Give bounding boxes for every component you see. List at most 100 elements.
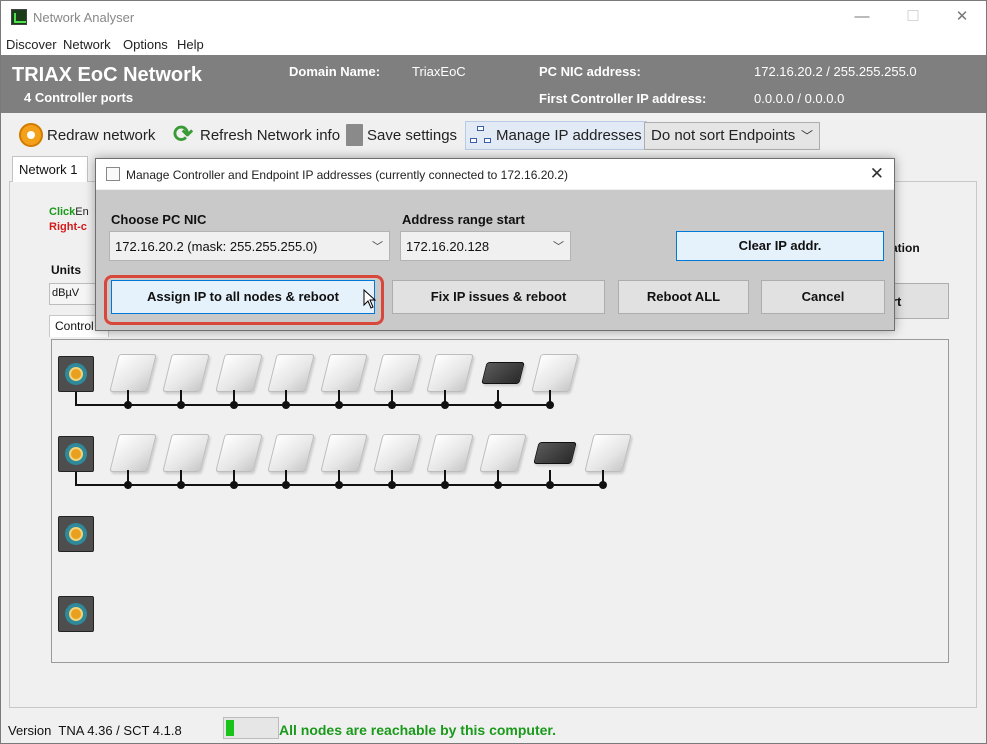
junction-dot: [229, 401, 238, 409]
click-hint: ClickEn: [49, 206, 89, 218]
junction-dot: [546, 401, 555, 409]
manage-ip-addresses-label: Manage IP addresses: [496, 127, 642, 144]
menu-bar: Discover Network Options Help: [1, 33, 986, 55]
chevron-down-icon: ﹀: [553, 241, 564, 253]
save-settings-button[interactable]: Save settings: [346, 120, 457, 150]
refresh-icon: ⟳: [172, 121, 194, 148]
endpoint-node[interactable]: [478, 434, 527, 472]
junction-dot: [388, 481, 396, 489]
controller-node[interactable]: [58, 596, 94, 632]
endpoint-node[interactable]: [426, 434, 474, 472]
menu-help[interactable]: Help: [177, 37, 204, 52]
junction-dot: [176, 481, 185, 489]
junction-dot: [229, 481, 238, 489]
junction-dot: [440, 401, 449, 409]
endpoint-node[interactable]: [320, 354, 368, 392]
address-range-start-dropdown[interactable]: 172.16.20.128 ﹀: [400, 231, 571, 261]
title-bar: Network Analyser — ☐ ✕: [1, 1, 986, 33]
endpoint-node[interactable]: [109, 354, 157, 392]
chevron-down-icon: ﹀: [372, 241, 383, 253]
highlight-annotation: [104, 275, 384, 325]
first-controller-ip-value: 0.0.0.0 / 0.0.0.0: [754, 91, 845, 106]
dialog-close-icon[interactable]: ✕: [870, 164, 884, 184]
endpoint-node[interactable]: [109, 434, 157, 472]
controller-node[interactable]: [58, 436, 94, 472]
controller-node[interactable]: [58, 356, 94, 392]
minimize-button[interactable]: —: [839, 5, 885, 29]
endpoint-node[interactable]: [373, 354, 421, 392]
right-click-hint: Right-c: [49, 221, 87, 233]
gear-icon: [19, 123, 43, 147]
maximize-button[interactable]: ☐: [890, 5, 936, 29]
redraw-network-label: Redraw network: [47, 126, 156, 144]
junction-dot: [335, 401, 344, 409]
choose-pc-nic-label: Choose PC NIC: [111, 212, 207, 227]
address-range-start-label: Address range start: [402, 212, 525, 227]
menu-network[interactable]: Network: [63, 37, 111, 52]
junction-dot: [388, 401, 396, 409]
version-label: Version TNA 4.36 / SCT 4.1.8: [8, 723, 182, 738]
refresh-network-info-button[interactable]: ⟳ Refresh Network info: [170, 120, 340, 150]
junction-dot: [440, 481, 449, 489]
dialog-title: Manage Controller and Endpoint IP addres…: [126, 168, 569, 182]
endpoint-node[interactable]: [320, 434, 368, 472]
clear-ip-addr-button[interactable]: Clear IP addr.: [676, 231, 884, 261]
endpoint-node[interactable]: [214, 434, 263, 472]
close-button[interactable]: ✕: [939, 5, 985, 29]
redraw-network-button[interactable]: Redraw network: [19, 120, 155, 150]
sort-endpoints-value: Do not sort Endpoints: [651, 127, 796, 144]
java-icon: [106, 167, 120, 181]
junction-dot: [124, 401, 132, 409]
window-title: Network Analyser: [33, 10, 135, 25]
mouse-cursor-icon: [363, 289, 377, 309]
tab-network-1[interactable]: Network 1: [12, 156, 88, 182]
status-message: All nodes are reachable by this computer…: [279, 722, 556, 738]
junction-dot: [282, 401, 291, 409]
endpoint-node[interactable]: [584, 434, 632, 472]
sort-endpoints-dropdown[interactable]: Do not sort Endpoints ﹀: [644, 122, 820, 150]
obscured-label: ation: [891, 241, 920, 255]
junction-dot: [599, 481, 608, 489]
chevron-down-icon: ﹀: [800, 129, 813, 143]
reachability-progress-bar: [223, 717, 279, 739]
controller-ports-label: 4 Controller ports: [24, 90, 134, 105]
endpoint-node[interactable]: [533, 442, 578, 464]
menu-options[interactable]: Options: [123, 37, 168, 52]
pc-nic-dropdown-value: 172.16.20.2 (mask: 255.255.255.0): [115, 239, 318, 254]
network-topology-canvas: [51, 339, 949, 663]
progress-fill: [226, 720, 234, 736]
network-bus-line: [75, 404, 553, 406]
pc-nic-label: PC NIC address:: [539, 64, 641, 79]
pc-nic-dropdown[interactable]: 172.16.20.2 (mask: 255.255.255.0) ﹀: [109, 231, 390, 261]
pc-nic-value: 172.16.20.2 / 255.255.255.0: [754, 64, 917, 79]
junction-dot: [176, 401, 185, 409]
junction-dot: [493, 481, 502, 489]
units-label: Units: [51, 263, 81, 277]
junction-dot: [493, 401, 502, 409]
domain-name-label: Domain Name:: [289, 64, 381, 79]
save-settings-label: Save settings: [367, 126, 458, 144]
app-icon: [11, 9, 27, 25]
endpoint-node[interactable]: [267, 434, 316, 472]
network-title: TRIAX EoC Network: [12, 64, 203, 86]
reboot-all-button[interactable]: Reboot ALL: [618, 280, 749, 314]
domain-name-value: TriaxEoC: [412, 64, 466, 79]
junction-dot: [546, 481, 555, 489]
endpoint-node[interactable]: [162, 354, 210, 392]
endpoint-node[interactable]: [162, 434, 210, 472]
endpoint-node[interactable]: [267, 354, 316, 392]
endpoint-node[interactable]: [531, 354, 580, 392]
junction-dot: [335, 481, 344, 489]
fix-ip-issues-reboot-button[interactable]: Fix IP issues & reboot: [392, 280, 605, 314]
network-topology-icon: [470, 125, 492, 146]
endpoint-node[interactable]: [426, 354, 474, 392]
application-window: Network Analyser — ☐ ✕ Discover Network …: [0, 0, 987, 744]
menu-discover[interactable]: Discover: [6, 37, 57, 52]
controller-node[interactable]: [58, 516, 94, 552]
manage-ip-addresses-button[interactable]: Manage IP addresses: [465, 121, 647, 150]
address-range-start-value: 172.16.20.128: [406, 239, 490, 254]
endpoint-node[interactable]: [480, 362, 525, 384]
endpoint-node[interactable]: [373, 434, 421, 472]
cancel-button[interactable]: Cancel: [761, 280, 885, 314]
endpoint-node[interactable]: [214, 354, 263, 392]
